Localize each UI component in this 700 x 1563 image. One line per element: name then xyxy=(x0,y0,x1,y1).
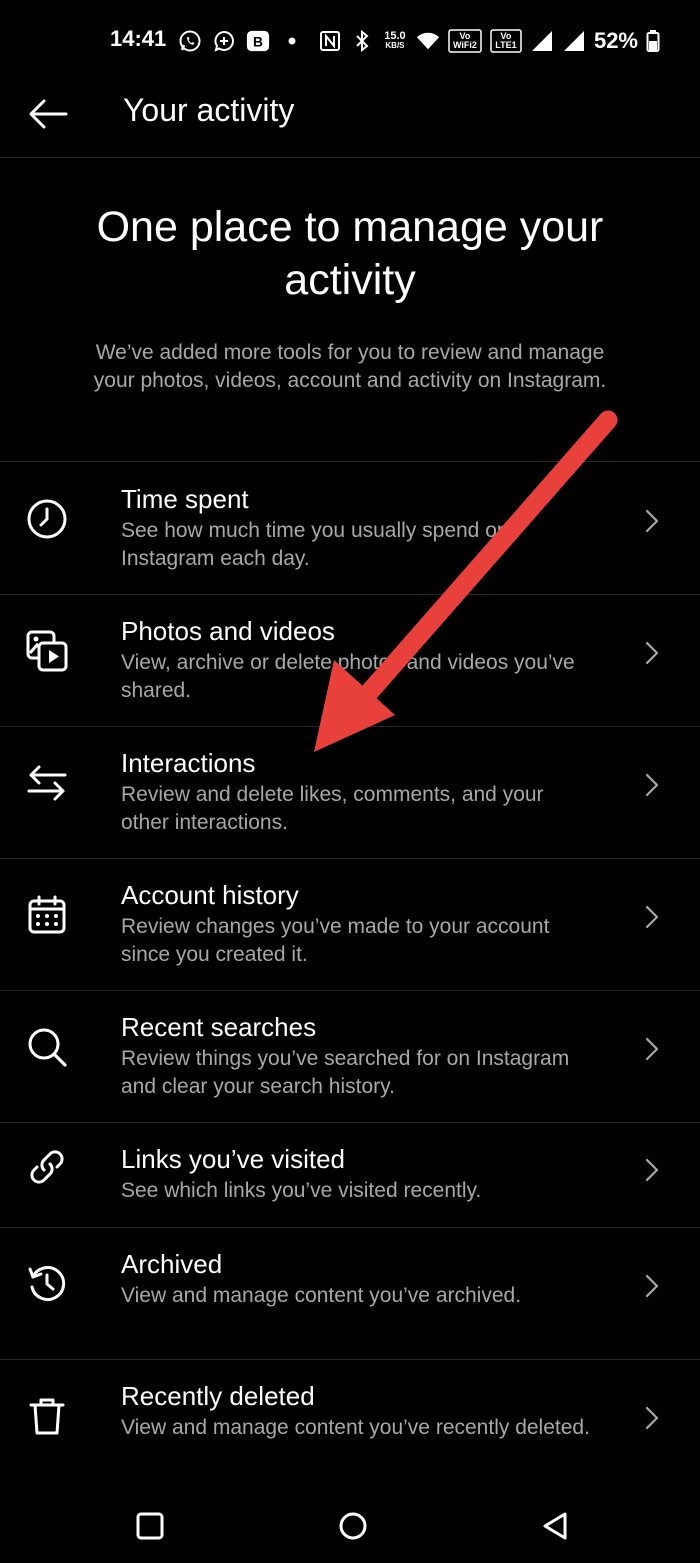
item-description: See how much time you usually spend on I… xyxy=(121,519,509,570)
clock-icon xyxy=(22,494,72,544)
status-notification-icons: B xyxy=(178,26,304,56)
back-arrow-icon xyxy=(29,99,68,129)
battery-icon xyxy=(646,29,660,53)
item-title: Archived xyxy=(121,1249,223,1279)
status-time: 14:41 xyxy=(110,26,167,51)
item-title: Time spent xyxy=(121,484,249,514)
chevron-right-icon xyxy=(640,773,664,797)
item-description: Review changes you’ve made to your accou… xyxy=(121,915,550,966)
sim2-volte-badge: Vo LTE1 xyxy=(490,29,522,53)
messenger-icon xyxy=(212,29,236,53)
item-title: Recently deleted xyxy=(121,1381,315,1411)
home-button[interactable] xyxy=(325,1498,381,1554)
list-item-interactions[interactable]: Interactions Review and delete likes, co… xyxy=(0,727,700,859)
chevron-right-icon xyxy=(640,1274,664,1298)
list-item-links-visited[interactable]: Links you’ve visited See which links you… xyxy=(0,1123,700,1228)
intro-title: One place to manage your activity xyxy=(96,203,604,304)
list-item-photos-and-videos[interactable]: Photos and videos View, archive or delet… xyxy=(0,595,700,727)
activity-list: Time spent See how much time you usually… xyxy=(0,463,700,1490)
battery-percent: 52% xyxy=(593,28,638,53)
back-button[interactable] xyxy=(24,90,72,138)
item-description: See which links you’ve visited recently. xyxy=(121,1179,482,1202)
chevron-right-icon xyxy=(640,509,664,533)
list-item-archived[interactable]: Archived View and manage content you’ve … xyxy=(0,1228,700,1360)
list-item-recently-deleted[interactable]: Recently deleted View and manage content… xyxy=(0,1360,700,1490)
system-back-button[interactable] xyxy=(527,1498,583,1554)
square-icon xyxy=(136,1512,164,1540)
bluetooth-icon xyxy=(350,29,374,53)
chevron-right-icon xyxy=(640,905,664,929)
network-speed: 15.0 KB/S xyxy=(384,30,406,51)
item-title: Links you’ve visited xyxy=(121,1144,345,1174)
archive-icon xyxy=(22,1259,72,1309)
item-title: Recent searches xyxy=(121,1012,317,1042)
intro-section: One place to manage your activity We’ve … xyxy=(0,159,700,462)
recents-button[interactable] xyxy=(122,1498,178,1554)
item-title: Interactions xyxy=(121,748,256,778)
nfc-icon xyxy=(318,29,342,53)
interactions-icon xyxy=(22,758,72,808)
chevron-right-icon xyxy=(640,1158,664,1182)
triangle-back-icon xyxy=(543,1512,567,1540)
list-item-account-history[interactable]: Account history Review changes you’ve ma… xyxy=(0,859,700,991)
photos-videos-icon xyxy=(22,626,72,676)
sim1-volte-badge: Vo WiFi2 xyxy=(448,29,482,53)
status-system-icons: 15.0 KB/S Vo WiFi2 Vo LTE1 52% xyxy=(318,26,660,56)
b-badge-label: B xyxy=(253,34,263,50)
status-bar: 14:41 B 15.0 KB/S Vo WiFi2 Vo LTE1 52% xyxy=(0,0,700,84)
circle-icon xyxy=(339,1512,367,1540)
calendar-icon xyxy=(22,890,72,940)
list-item-time-spent[interactable]: Time spent See how much time you usually… xyxy=(0,463,700,595)
chevron-right-icon xyxy=(640,1037,664,1061)
b-app-icon: B xyxy=(246,29,270,53)
item-description: Review things you’ve searched for on Ins… xyxy=(121,1047,570,1098)
item-description: View and manage content you’ve archived. xyxy=(121,1284,522,1307)
signal-icon xyxy=(530,29,554,53)
chevron-right-icon xyxy=(640,1406,664,1430)
signal-icon xyxy=(562,29,586,53)
item-description: View and manage content you’ve recently … xyxy=(121,1416,590,1439)
link-icon xyxy=(22,1142,72,1192)
system-nav-bar xyxy=(0,1490,700,1563)
intro-description: We’ve added more tools for you to review… xyxy=(93,341,607,392)
app-header: Your activity xyxy=(0,84,700,158)
wifi-icon xyxy=(416,29,440,53)
search-icon xyxy=(22,1022,72,1072)
item-description: View, archive or delete photos and video… xyxy=(121,651,575,702)
item-description: Review and delete likes, comments, and y… xyxy=(121,783,544,834)
whatsapp-icon xyxy=(178,29,202,53)
page-title: Your activity xyxy=(123,92,295,128)
chevron-right-icon xyxy=(640,641,664,665)
trash-icon xyxy=(22,1391,72,1441)
item-title: Photos and videos xyxy=(121,616,335,646)
item-title: Account history xyxy=(121,880,299,910)
dot-icon xyxy=(280,29,304,53)
list-item-recent-searches[interactable]: Recent searches Review things you’ve sea… xyxy=(0,991,700,1123)
